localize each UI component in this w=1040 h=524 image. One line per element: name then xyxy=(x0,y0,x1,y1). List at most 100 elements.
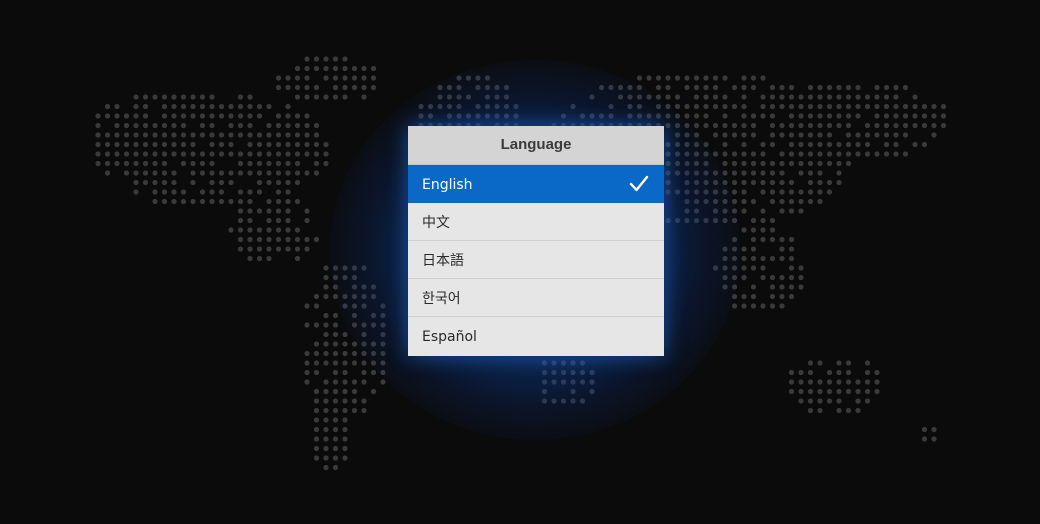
map-dot xyxy=(845,141,852,148)
map-dot xyxy=(351,312,358,319)
map-dot xyxy=(931,113,937,119)
map-dot xyxy=(798,369,804,376)
map-dot xyxy=(465,94,472,100)
map-dot xyxy=(940,122,947,129)
map-dot xyxy=(741,170,747,176)
map-dot xyxy=(95,113,101,119)
map-dot xyxy=(133,151,139,157)
map-dot xyxy=(161,179,168,186)
map-dot xyxy=(285,246,291,252)
map-dot xyxy=(874,151,880,157)
map-dot xyxy=(674,132,681,138)
map-dot xyxy=(788,236,795,243)
language-option-korean[interactable]: 한국어 xyxy=(408,279,664,317)
map-dot xyxy=(570,379,576,385)
map-dot xyxy=(123,113,130,119)
map-dot xyxy=(494,94,500,100)
map-dot xyxy=(209,179,215,186)
map-dot xyxy=(313,151,320,157)
map-dot xyxy=(731,274,738,281)
map-dot xyxy=(712,122,719,129)
map-dot xyxy=(855,379,861,385)
map-dot xyxy=(826,103,833,110)
map-dot xyxy=(750,122,757,129)
map-dot xyxy=(741,113,747,119)
map-dot xyxy=(256,141,263,148)
map-dot xyxy=(712,103,719,110)
language-option-english[interactable]: English xyxy=(408,165,664,203)
map-dot xyxy=(817,141,823,148)
language-option-chinese[interactable]: 中文 xyxy=(408,203,664,241)
map-dot xyxy=(769,160,776,167)
map-dot xyxy=(313,445,320,452)
map-dot xyxy=(722,113,728,119)
map-dot xyxy=(313,170,320,176)
map-dot xyxy=(741,151,747,157)
map-dot xyxy=(703,75,709,81)
map-dot xyxy=(760,179,766,186)
map-dot xyxy=(731,208,738,214)
map-dot xyxy=(437,94,443,100)
map-dot xyxy=(864,94,871,100)
map-dot xyxy=(161,122,168,129)
map-dot xyxy=(285,208,291,214)
map-dot xyxy=(351,274,358,281)
map-dot xyxy=(190,113,196,119)
map-dot xyxy=(313,407,320,414)
map-dot xyxy=(123,122,130,129)
map-dot xyxy=(370,293,377,300)
map-dot xyxy=(256,179,263,186)
map-dot xyxy=(323,265,329,271)
map-dot xyxy=(769,303,776,309)
map-dot xyxy=(722,208,728,214)
language-dialog: Language English 中文 日本語 한국어 Español xyxy=(408,126,664,356)
map-dot xyxy=(940,103,947,110)
map-dot xyxy=(836,379,842,385)
map-dot xyxy=(722,151,728,157)
map-dot xyxy=(674,75,681,81)
map-dot xyxy=(266,246,272,252)
map-dot xyxy=(361,293,367,300)
map-dot xyxy=(237,170,244,176)
map-dot xyxy=(313,341,320,347)
map-dot xyxy=(874,103,880,110)
map-dot xyxy=(332,388,339,395)
map-dot xyxy=(817,151,823,157)
map-dot xyxy=(665,160,671,167)
map-dot xyxy=(161,113,168,119)
map-dot xyxy=(323,426,329,433)
map-dot xyxy=(332,265,339,271)
map-dot xyxy=(342,94,348,100)
language-option-spanish[interactable]: Español xyxy=(408,317,664,355)
map-dot xyxy=(161,141,168,148)
language-option-japanese[interactable]: 日本語 xyxy=(408,241,664,279)
map-dot xyxy=(722,179,728,186)
map-dot xyxy=(294,179,301,186)
map-dot xyxy=(674,217,681,224)
map-dot xyxy=(332,350,339,357)
map-dot xyxy=(769,122,776,129)
map-dot xyxy=(674,160,681,167)
option-label: Español xyxy=(422,329,477,345)
map-dot xyxy=(342,293,348,300)
map-dot xyxy=(380,341,386,347)
map-dot xyxy=(266,151,272,157)
map-dot xyxy=(209,170,215,176)
map-dot xyxy=(674,151,681,157)
map-dot xyxy=(190,170,196,176)
map-dot xyxy=(180,198,187,205)
map-dot xyxy=(807,103,814,110)
map-dot xyxy=(855,84,861,91)
map-dot xyxy=(304,350,310,357)
map-dot xyxy=(807,189,814,195)
map-dot xyxy=(807,369,814,376)
map-dot xyxy=(693,103,700,110)
map-dot xyxy=(693,217,700,224)
map-dot xyxy=(560,379,567,385)
map-dot xyxy=(855,407,861,414)
map-dot xyxy=(161,132,168,138)
map-dot xyxy=(741,103,747,110)
map-dot xyxy=(731,246,738,252)
map-dot xyxy=(589,369,595,376)
map-dot xyxy=(769,236,776,243)
